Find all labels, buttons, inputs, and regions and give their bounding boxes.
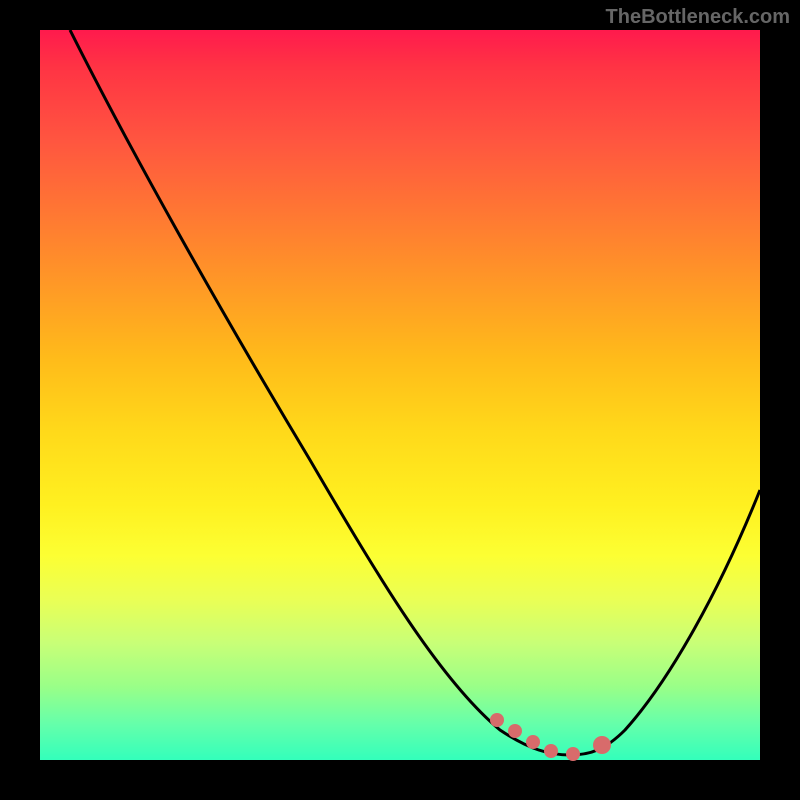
- optimal-marker: [490, 713, 504, 727]
- plot-area: [40, 30, 760, 760]
- optimal-marker-end: [593, 736, 611, 754]
- bottleneck-curve: [70, 30, 760, 755]
- optimal-marker: [526, 735, 540, 749]
- optimal-marker: [566, 747, 580, 761]
- watermark-text: TheBottleneck.com: [606, 6, 790, 29]
- curve-svg: [40, 30, 760, 760]
- optimal-marker: [544, 744, 558, 758]
- optimal-marker: [508, 724, 522, 738]
